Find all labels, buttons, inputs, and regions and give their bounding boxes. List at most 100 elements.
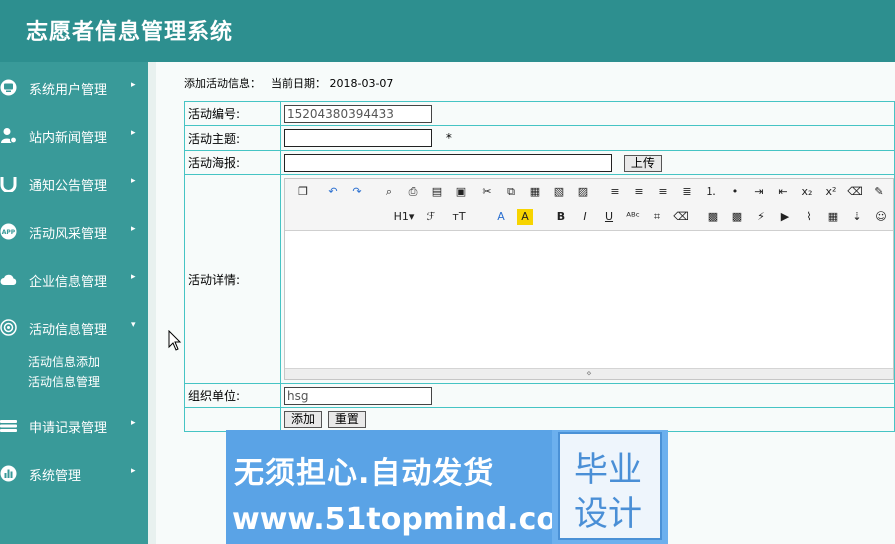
- watermark-slogan: 无须担心.自动发货: [234, 456, 495, 491]
- underline-icon[interactable]: U: [601, 209, 617, 225]
- sidebar-item-activity-style[interactable]: APP 活动风采管理 ▸: [0, 216, 148, 246]
- breadcrumb: 添加活动信息： 当前日期： 2018-03-07: [184, 75, 393, 91]
- sidebar-item-label: 系统管理: [29, 469, 82, 484]
- bar-chart-icon: [0, 465, 17, 482]
- user-gear-icon: [1, 128, 17, 144]
- current-date: 当前日期： 2018-03-07: [271, 77, 394, 90]
- sidebar-item-label: 系统用户管理: [29, 83, 108, 98]
- sidebar-item-system[interactable]: 系统管理 ▸: [0, 458, 148, 488]
- multi-image-icon[interactable]: ▩: [729, 209, 745, 225]
- subject-label: 活动主题:: [184, 125, 281, 151]
- editor-toolbar: H1▾ ❐ ↶ ↷ ⌕ ⎙ ▤ ▣ ✂ ⧉ ▦ ▧ ▨ ≡ ≡ ≡ ≣ ⒈ • ⇥ ⇤ x₂ x² ⌫ ✎ ℱтT A A B I Uᴬᴮ…: [285, 179, 893, 231]
- ordered-list-icon[interactable]: ⒈: [703, 184, 719, 200]
- align-center-icon[interactable]: ≡: [631, 184, 647, 200]
- justify-icon[interactable]: ≣: [679, 184, 695, 200]
- chevron-right-icon: ▸: [131, 224, 136, 234]
- flash-icon[interactable]: ⚡: [753, 209, 769, 225]
- undo-icon[interactable]: ↶: [325, 184, 341, 200]
- cut-icon[interactable]: ✂: [479, 184, 495, 200]
- watermark-side-text: 毕业 设计: [574, 450, 642, 534]
- chevron-right-icon: ▸: [131, 272, 136, 282]
- image-insert-icon[interactable]: ▩: [705, 209, 721, 225]
- template-icon[interactable]: ▤: [429, 184, 445, 200]
- heading-label: H1: [393, 210, 409, 223]
- copy-icon[interactable]: ⧉: [503, 184, 519, 200]
- sidebar-item-news[interactable]: 站内新闻管理 ▸: [0, 120, 148, 150]
- sidebar-subitem-activity-manage[interactable]: 活动信息管理: [28, 373, 100, 390]
- code-field[interactable]: [284, 104, 432, 123]
- upload-button[interactable]: 上传: [623, 154, 662, 172]
- poster-label: 活动海报:: [184, 150, 281, 175]
- align-right-icon[interactable]: ≡: [655, 184, 671, 200]
- italic-icon[interactable]: I: [577, 209, 593, 225]
- sidebar-item-label: 站内新闻管理: [29, 131, 108, 146]
- subject-field[interactable]: [284, 129, 432, 147]
- unordered-list-icon[interactable]: •: [727, 184, 743, 200]
- media-icon[interactable]: ▶: [777, 209, 793, 225]
- align-left-icon[interactable]: ≡: [607, 184, 623, 200]
- preview-icon[interactable]: ⌕: [381, 184, 397, 200]
- sidebar-item-system-users[interactable]: 系统用户管理 ▸: [0, 72, 148, 102]
- watermark-banner: 无须担心.自动发货 www.51topmind.com 毕业 设计: [226, 430, 668, 544]
- editor-resize-handle[interactable]: ⋄: [285, 368, 893, 379]
- sidebar-item-label: 申请记录管理: [29, 421, 108, 436]
- table-icon[interactable]: ▦: [825, 209, 841, 225]
- font-size-icon[interactable]: тT: [451, 209, 467, 225]
- poster-field[interactable]: [284, 153, 612, 172]
- superscript-icon[interactable]: x²: [823, 184, 839, 200]
- monitor-icon: [0, 79, 17, 96]
- page-title: 添加活动信息：: [184, 77, 261, 90]
- chevron-right-icon: ▸: [131, 418, 136, 428]
- detail-label: 活动详情:: [184, 174, 281, 384]
- app-title: 志愿者信息管理系统: [26, 20, 234, 45]
- app-badge-icon: APP: [0, 223, 17, 240]
- indent-icon[interactable]: ⇥: [751, 184, 767, 200]
- emoticon-icon[interactable]: ☺: [873, 209, 889, 225]
- editor-body[interactable]: [285, 232, 893, 367]
- paste-word-icon[interactable]: ▨: [575, 184, 591, 200]
- paste-text-icon[interactable]: ▧: [551, 184, 567, 200]
- org-field[interactable]: [284, 386, 432, 405]
- horizontal-rule-icon[interactable]: ⌗: [649, 209, 665, 225]
- org-label: 组织单位:: [184, 383, 281, 408]
- pagebreak-icon[interactable]: ⇣: [849, 209, 865, 225]
- print-icon[interactable]: ⎙: [405, 184, 421, 200]
- sidebar-subitem-activity-add[interactable]: 活动信息添加: [28, 353, 100, 370]
- chevron-right-icon: ▸: [131, 466, 136, 476]
- watermark-right: 毕业 设计: [552, 430, 668, 544]
- empty-cell: [184, 407, 281, 432]
- redo-icon[interactable]: ↷: [349, 184, 365, 200]
- reset-button[interactable]: 重置: [327, 411, 366, 428]
- heading-dropdown[interactable]: H1▾: [391, 209, 417, 225]
- sidebar-item-company[interactable]: 企业信息管理 ▸: [0, 264, 148, 294]
- layers-icon: [0, 420, 17, 432]
- app-header: 志愿者信息管理系统: [0, 0, 895, 62]
- chevron-right-icon: ▸: [131, 128, 136, 138]
- attachment-icon[interactable]: ⌇: [801, 209, 817, 225]
- font-family-icon[interactable]: ℱ: [423, 209, 439, 225]
- select-all-icon[interactable]: ✎: [871, 184, 887, 200]
- gear-icon: [0, 319, 17, 336]
- sidebar-item-label: 通知公告管理: [29, 179, 108, 194]
- sidebar-item-applications[interactable]: 申请记录管理 ▸: [0, 410, 148, 440]
- activity-form: 活动编号: 活动主题: * 活动海报: 上传 活动详情: H1▾ ❐ ↶ ↷ ⌕ ⎙ ▤ ▣…: [184, 101, 895, 432]
- font-color-icon[interactable]: A: [493, 209, 509, 225]
- clear-format-icon[interactable]: ⌫: [847, 184, 863, 200]
- eraser-icon[interactable]: ⌫: [673, 209, 689, 225]
- highlight-icon[interactable]: A: [517, 209, 533, 225]
- word-paste-icon[interactable]: ▣: [453, 184, 469, 200]
- bold-icon[interactable]: B: [553, 209, 569, 225]
- required-mark: *: [445, 131, 452, 145]
- svg-text:APP: APP: [2, 229, 16, 236]
- paste-icon[interactable]: ▦: [527, 184, 543, 200]
- mouse-pointer-icon: [168, 330, 182, 351]
- sidebar-item-label: 活动信息管理: [29, 323, 108, 338]
- sidebar-item-label: 活动风采管理: [29, 227, 108, 242]
- subscript-icon[interactable]: x₂: [799, 184, 815, 200]
- outdent-icon[interactable]: ⇤: [775, 184, 791, 200]
- sidebar-item-activity[interactable]: 活动信息管理 ▾: [0, 312, 148, 342]
- sidebar-item-notices[interactable]: 通知公告管理 ▸: [0, 168, 148, 198]
- strikethrough-icon[interactable]: ᴬᴮᶜ: [625, 209, 641, 225]
- submit-button[interactable]: 添加: [284, 411, 323, 428]
- source-icon[interactable]: ❐: [295, 184, 311, 200]
